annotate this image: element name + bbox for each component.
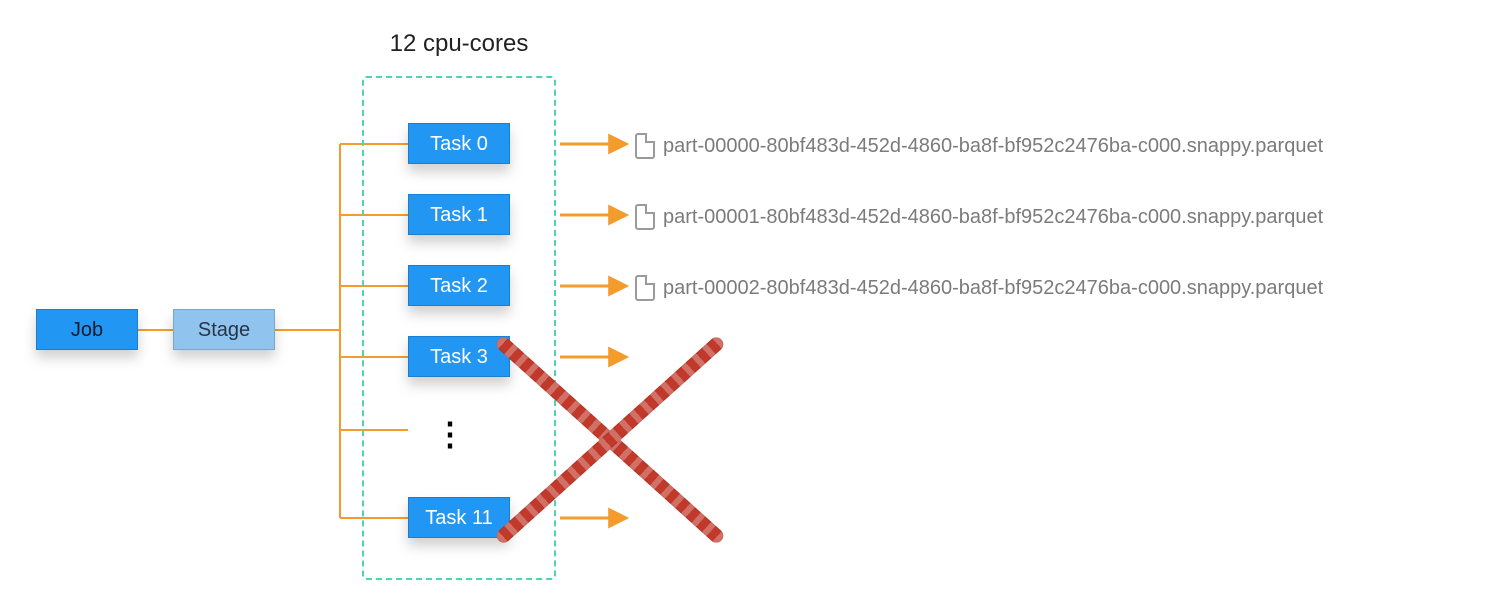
output-filename: part-00002-80bf483d-452d-4860-ba8f-bf952… [663, 277, 1323, 300]
task-node-3: Task 3 [408, 336, 510, 377]
stage-label: Stage [198, 320, 250, 340]
tasks-ellipsis: ⋮ [434, 415, 469, 453]
output-file-2: part-00002-80bf483d-452d-4860-ba8f-bf952… [635, 275, 1323, 301]
task-label: Task 3 [430, 347, 488, 367]
output-file-1: part-00001-80bf483d-452d-4860-ba8f-bf952… [635, 204, 1323, 230]
task-node-2: Task 2 [408, 265, 510, 306]
task-node-0: Task 0 [408, 123, 510, 164]
task-node-1: Task 1 [408, 194, 510, 235]
task-label: Task 0 [430, 134, 488, 154]
cpu-cores-label: 12 cpu-cores [362, 30, 556, 58]
file-icon [635, 133, 655, 159]
output-filename: part-00001-80bf483d-452d-4860-ba8f-bf952… [663, 206, 1323, 229]
task-node-11: Task 11 [408, 497, 510, 538]
connectors-layer [0, 0, 1506, 612]
task-label: Task 2 [430, 276, 488, 296]
stage-node: Stage [173, 309, 275, 350]
file-icon [635, 275, 655, 301]
file-icon [635, 204, 655, 230]
job-label: Job [71, 320, 103, 340]
job-node: Job [36, 309, 138, 350]
output-filename: part-00000-80bf483d-452d-4860-ba8f-bf952… [663, 135, 1323, 158]
task-label: Task 11 [425, 508, 492, 528]
output-file-0: part-00000-80bf483d-452d-4860-ba8f-bf952… [635, 133, 1323, 159]
task-label: Task 1 [430, 205, 488, 225]
